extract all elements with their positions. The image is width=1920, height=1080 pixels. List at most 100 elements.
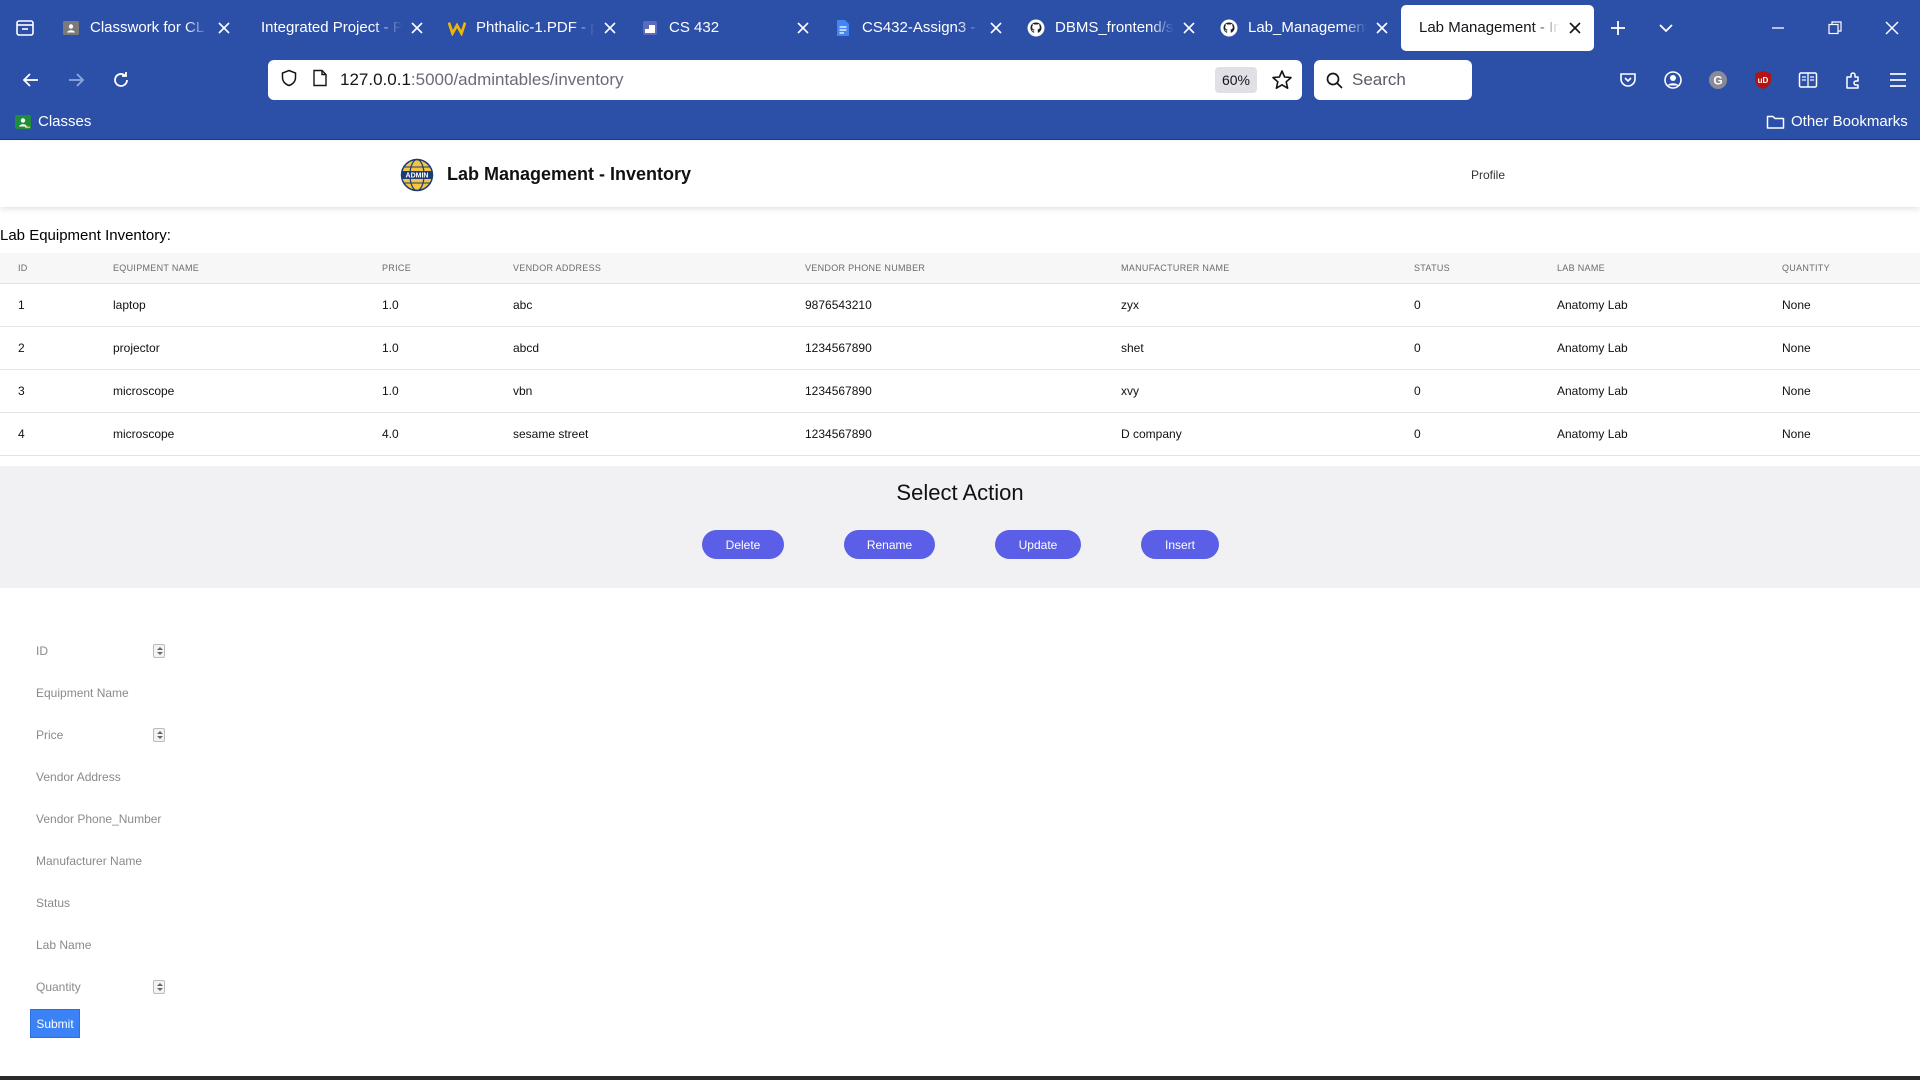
number-spinner-icon[interactable] — [153, 728, 165, 742]
admin-globe-logo: ADMIN — [400, 158, 434, 192]
submit-button[interactable]: Submit — [30, 1009, 80, 1038]
google-docs-icon — [834, 19, 852, 37]
rename-button[interactable]: Rename — [844, 530, 935, 559]
number-spinner-icon[interactable] — [153, 980, 165, 994]
manufacturer-name-input[interactable]: Manufacturer Name — [30, 848, 167, 874]
close-window-icon[interactable] — [1863, 0, 1920, 55]
cell-id: 2 — [0, 326, 111, 370]
close-tab-icon[interactable] — [987, 19, 1005, 37]
delete-button[interactable]: Delete — [702, 530, 784, 559]
cell-price: 1.0 — [364, 369, 495, 413]
cell-vendor-phone: 1234567890 — [787, 326, 1103, 370]
site-header: ADMIN Lab Management - Inventory Profile — [0, 141, 1920, 207]
equipment-name-placeholder: Equipment Name — [36, 686, 129, 700]
column-header-quantity: QUANTITY — [1764, 253, 1920, 284]
browser-tab[interactable]: CS 432 — [629, 5, 822, 51]
vendor-phone-input[interactable]: Vendor Phone_Number — [30, 806, 167, 832]
insert-button[interactable]: Insert — [1141, 530, 1219, 559]
inventory-table: ID EQUIPMENT NAME PRICE VENDOR ADDRESS V… — [0, 253, 1920, 456]
svg-text:G: G — [1713, 74, 1722, 88]
minimize-icon[interactable] — [1749, 0, 1806, 55]
select-action-section: Select Action Delete Rename Update Inser… — [0, 466, 1920, 588]
zoom-level-button[interactable]: 60% — [1214, 67, 1257, 93]
chevron-down-icon[interactable] — [1642, 0, 1690, 55]
ublock-icon[interactable]: uD — [1740, 60, 1785, 100]
grammarly-icon[interactable]: G — [1695, 60, 1740, 100]
browser-tab[interactable]: Phthalic-1.PDF - pdf — [436, 5, 629, 51]
toolbar-icons: G uD — [1605, 55, 1920, 105]
folder-icon — [1766, 115, 1785, 129]
hamburger-menu-icon[interactable] — [1875, 60, 1920, 100]
list-all-tabs-icon[interactable] — [0, 0, 50, 55]
close-tab-icon[interactable] — [1180, 19, 1198, 37]
quantity-input[interactable]: Quantity — [30, 974, 167, 1000]
close-tab-icon[interactable] — [1373, 19, 1391, 37]
star-bookmark-icon[interactable] — [1270, 68, 1294, 92]
cell-manufacturer: zyx — [1103, 283, 1396, 327]
tab-title: Lab Management - Inventory — [1419, 19, 1560, 36]
reload-icon[interactable] — [98, 60, 143, 100]
table-row: 3 microscope 1.0 vbn 1234567890 xvy 0 An… — [0, 369, 1920, 413]
browser-tab[interactable]: Integrated Project - Phthalic — [243, 5, 436, 51]
price-input[interactable]: Price — [30, 722, 167, 748]
column-header-equipment-name: EQUIPMENT NAME — [111, 253, 364, 284]
vendor-address-input[interactable]: Vendor Address — [30, 764, 167, 790]
cell-vendor-address: abc — [495, 283, 787, 327]
close-tab-icon[interactable] — [408, 19, 426, 37]
vendor-phone-placeholder: Vendor Phone_Number — [36, 812, 162, 826]
cell-manufacturer: xvy — [1103, 369, 1396, 413]
column-header-manufacturer: MANUFACTURER NAME — [1103, 253, 1396, 284]
lab-name-input[interactable]: Lab Name — [30, 932, 167, 958]
profile-link[interactable]: Profile — [1471, 168, 1505, 182]
svg-text:ADMIN: ADMIN — [406, 173, 429, 180]
cell-id: 4 — [0, 412, 111, 456]
cell-vendor-phone: 1234567890 — [787, 369, 1103, 413]
new-tab-icon[interactable] — [1594, 0, 1642, 55]
forward-arrow-icon[interactable] — [53, 60, 98, 100]
page-content: ADMIN Lab Management - Inventory Profile… — [0, 141, 1920, 1080]
browser-tab[interactable]: Classwork for CL 432 — [50, 5, 243, 51]
browser-tab[interactable]: Lab Management - Inventory — [1401, 4, 1594, 51]
page-title: Lab Management - Inventory — [447, 164, 692, 184]
back-arrow-icon[interactable] — [8, 60, 53, 100]
url-text[interactable]: 127.0.0.1:5000/admintables/inventory — [340, 70, 624, 90]
close-tab-icon[interactable] — [794, 19, 812, 37]
close-tab-icon[interactable] — [1566, 19, 1584, 37]
column-header-price: PRICE — [364, 253, 495, 284]
restore-icon[interactable] — [1806, 0, 1863, 55]
address-bar[interactable]: 127.0.0.1:5000/admintables/inventory 60% — [268, 60, 1302, 100]
table-header-row: ID EQUIPMENT NAME PRICE VENDOR ADDRESS V… — [0, 253, 1920, 284]
browser-tab[interactable]: CS432-Assign3 - Google Docs — [822, 5, 1015, 51]
tab-title: Integrated Project - Phthalic — [261, 19, 402, 36]
shield-icon[interactable] — [280, 69, 298, 92]
bookmark-classes[interactable]: Classes — [14, 113, 91, 130]
reader-view-icon[interactable] — [1785, 60, 1830, 100]
search-input[interactable]: Search — [1314, 60, 1472, 100]
table-row: 2 projector 1.0 abcd 1234567890 shet 0 A… — [0, 326, 1920, 370]
table-row: 1 laptop 1.0 abc 9876543210 zyx 0 Anatom… — [0, 283, 1920, 327]
update-button[interactable]: Update — [995, 530, 1081, 559]
number-spinner-icon[interactable] — [153, 644, 165, 658]
close-tab-icon[interactable] — [601, 19, 619, 37]
column-header-status: STATUS — [1396, 253, 1539, 284]
pocket-icon[interactable] — [1605, 60, 1650, 100]
id-input[interactable]: ID — [30, 638, 167, 664]
navigation-toolbar: 127.0.0.1:5000/admintables/inventory 60%… — [0, 55, 1920, 105]
other-bookmarks[interactable]: Other Bookmarks — [1766, 113, 1908, 130]
extensions-icon[interactable] — [1830, 60, 1875, 100]
status-input[interactable]: Status — [30, 890, 167, 916]
browser-tab[interactable]: DBMS_frontend/src — [1015, 5, 1208, 51]
browser-tab[interactable]: Lab_Management — [1208, 5, 1401, 51]
cell-quantity: None — [1764, 412, 1920, 456]
table-row: 4 microscope 4.0 sesame street 123456789… — [0, 412, 1920, 456]
status-placeholder: Status — [36, 896, 71, 910]
close-tab-icon[interactable] — [215, 19, 233, 37]
cell-equipment-name: microscope — [111, 412, 364, 456]
cell-equipment-name: laptop — [111, 283, 364, 327]
account-icon[interactable] — [1650, 60, 1695, 100]
column-header-id: ID — [0, 253, 111, 284]
page-info-icon[interactable] — [312, 69, 328, 92]
column-header-vendor-address: VENDOR ADDRESS — [495, 253, 787, 284]
equipment-name-input[interactable]: Equipment Name — [30, 680, 167, 706]
search-icon — [1326, 72, 1343, 89]
